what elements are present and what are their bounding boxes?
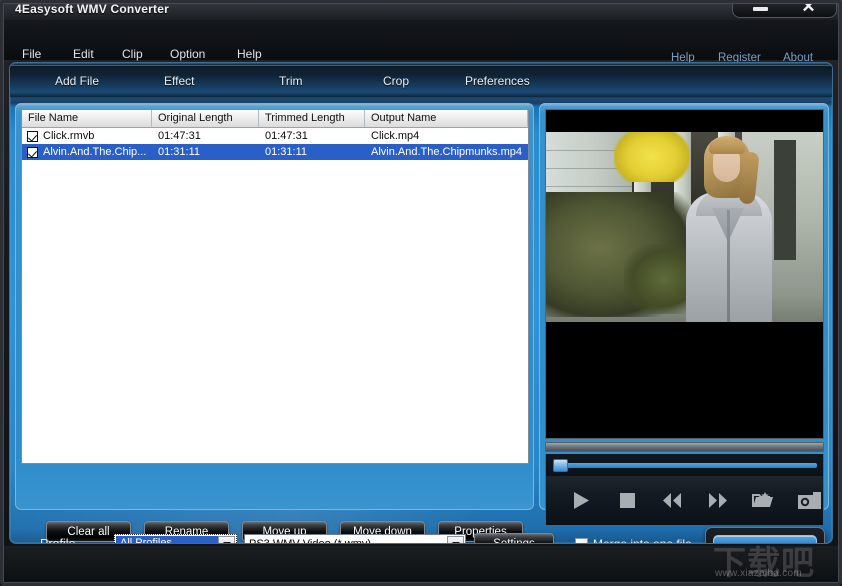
person-bangs [709,138,745,154]
tab-bar: Add File Effect Trim Crop Preferences [10,65,832,97]
window-bottom-strip [0,546,842,586]
merge-into-one-file-checkbox[interactable] [575,538,588,543]
seek-bar[interactable] [545,454,824,476]
chevron-down-icon[interactable] [447,536,464,543]
menu-item-file[interactable]: File [22,47,41,61]
profile-category-value: All Profiles [116,536,218,543]
minimize-icon [752,7,768,11]
person-zipper [727,210,730,322]
play-button[interactable] [566,486,596,514]
tab-trim[interactable]: Trim [279,74,303,88]
forward-icon [709,492,727,508]
play-icon [573,491,589,509]
row-checkbox[interactable] [27,146,38,158]
chevron-down-icon[interactable] [218,536,235,543]
tab-effect[interactable]: Effect [164,74,194,88]
column-header-output-name[interactable]: Output Name [365,110,528,127]
cell-trimmed-length: 01:31:11 [265,146,308,158]
fast-forward-button[interactable] [703,486,733,514]
start-button[interactable]: Start [705,527,825,543]
title-bar: 4Easysoft WMV Converter ✕ [0,0,842,20]
row-checkbox[interactable] [27,130,38,142]
menu-item-help[interactable]: Help [237,47,262,61]
rewind-button[interactable] [657,486,687,514]
application-window: 4Easysoft WMV Converter ✕ File Edit Clip… [0,0,842,586]
profile-format-select[interactable]: PS3 WMV Video (*.wmv) [244,534,466,544]
cell-file-name: Click.rmvb [43,130,95,142]
column-header-original-length[interactable]: Original Length [152,110,259,127]
preview-divider [545,442,824,452]
seek-thumb[interactable] [553,459,568,472]
close-icon: ✕ [801,0,816,16]
rewind-icon [663,492,681,508]
open-snapshot-folder-button[interactable] [748,486,778,514]
file-list-panel: File Name Original Length Trimmed Length… [15,103,534,542]
snapshot-button[interactable] [794,486,824,514]
open-folder-icon [752,491,773,507]
video-preview[interactable] [545,109,824,439]
file-list[interactable]: File Name Original Length Trimmed Length… [21,109,529,464]
menu-item-option[interactable]: Option [170,47,205,61]
settings-button[interactable]: Settings [474,533,554,543]
playback-controls [545,476,824,526]
video-frame-image [546,132,823,322]
window-controls: ✕ [732,0,837,18]
tab-preferences[interactable]: Preferences [465,74,530,88]
seek-track[interactable] [554,463,817,468]
right-window [774,140,796,260]
table-row[interactable]: Alvin.And.The.Chip... 01:31:11 01:31:11 … [22,144,528,160]
stop-icon [619,492,635,508]
menu-item-clip[interactable]: Clip [122,47,143,61]
yellow-foliage [614,132,690,182]
tab-add-file[interactable]: Add File [55,74,99,88]
cell-trimmed-length: 01:47:31 [265,130,308,142]
cell-original-length: 01:47:31 [158,130,201,142]
profile-format-value: PS3 WMV Video (*.wmv) [249,537,372,544]
cell-output-name: Click.mp4 [371,130,420,142]
cell-original-length: 01:31:11 [158,146,201,158]
close-button[interactable]: ✕ [798,0,820,16]
start-button-inner: Start [713,535,817,543]
cell-output-name: Alvin.And.The.Chipmunks.mp4 [371,146,523,158]
merge-into-one-file-label: Merge into one file [593,537,692,544]
table-row[interactable]: Click.rmvb 01:47:31 01:47:31 Click.mp4 [22,128,528,144]
window-title: 4Easysoft WMV Converter [15,2,169,16]
minimize-button[interactable] [750,0,772,14]
menu-item-edit[interactable]: Edit [73,47,94,61]
cell-file-name: Alvin.And.The.Chip... [43,146,147,158]
menu-bar: File Edit Clip Option Help Help Register… [0,20,842,64]
column-header-trimmed-length[interactable]: Trimmed Length [259,110,365,127]
preview-panel [539,103,829,526]
column-header-file-name[interactable]: File Name [22,110,152,127]
main-panel: Add File Effect Trim Crop Preferences Fi… [9,62,833,544]
tab-crop[interactable]: Crop [383,74,409,88]
file-list-header: File Name Original Length Trimmed Length… [22,110,528,128]
stop-button[interactable] [612,486,642,514]
profile-label: Profile [40,537,76,544]
profile-category-select[interactable]: All Profiles [114,534,237,543]
snapshot-camera-icon [797,491,821,509]
